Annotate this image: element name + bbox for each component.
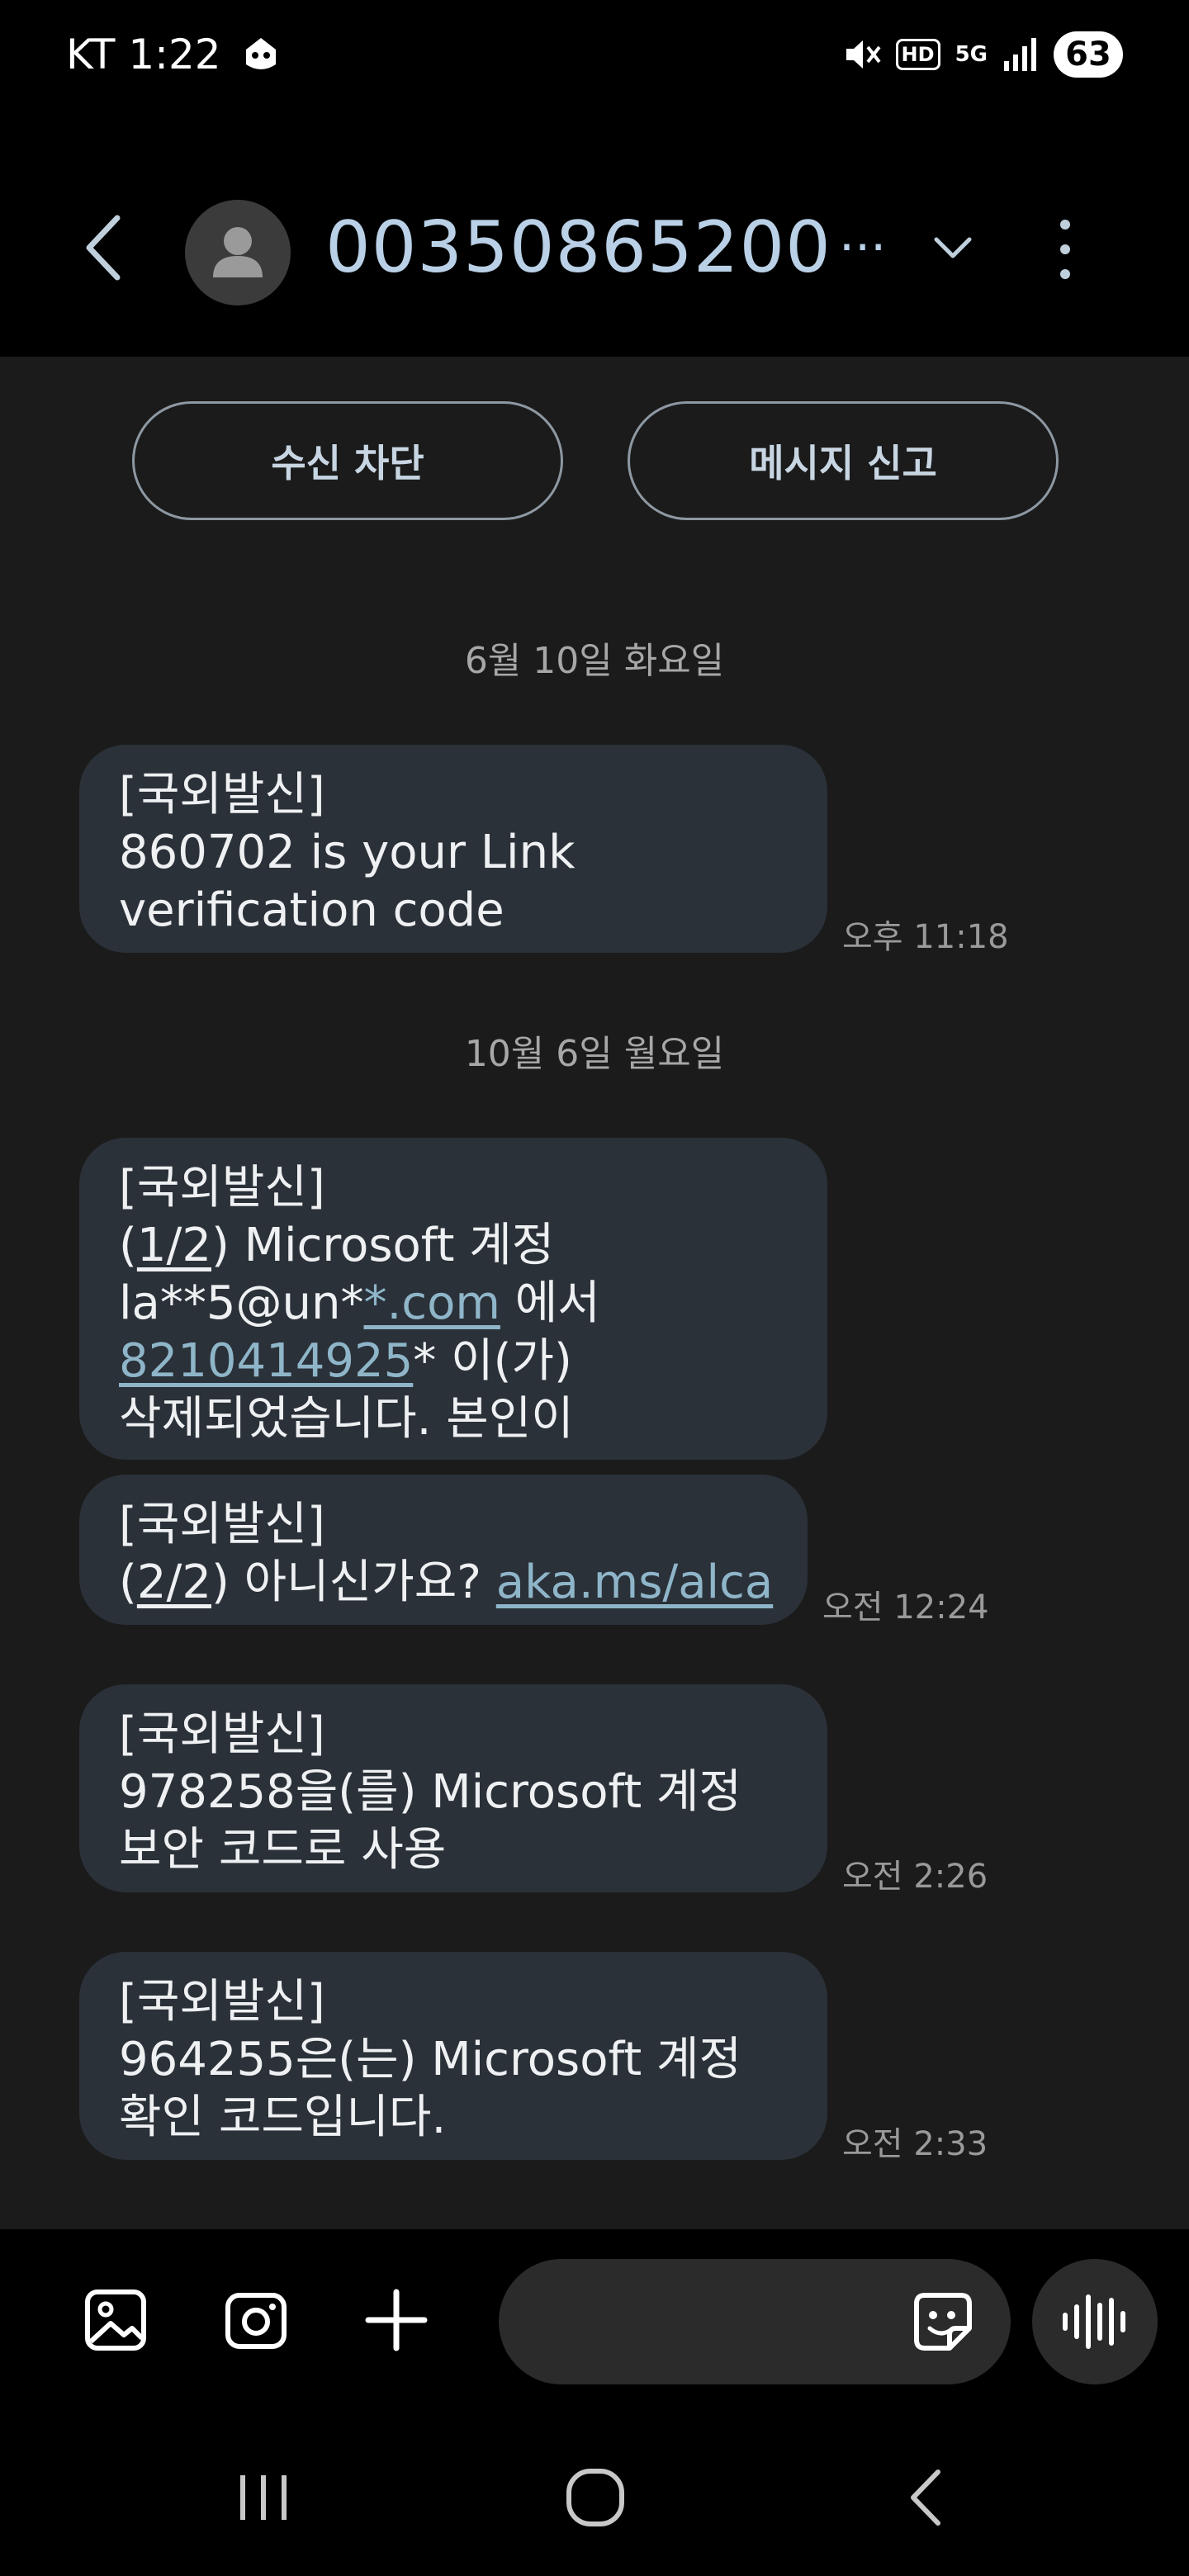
- recents-icon: [240, 2475, 287, 2520]
- signal-icon: [1002, 36, 1039, 73]
- more-vertical-icon: [1060, 220, 1070, 279]
- app-notification-icon: [239, 35, 282, 74]
- message-text: 964255은(는) Microsoft 계정: [119, 2033, 741, 2086]
- voice-wave-icon: [1063, 2294, 1125, 2349]
- message-text: 860702 is your Link: [119, 826, 576, 879]
- more-options-button[interactable]: [1040, 215, 1090, 284]
- title-truncation: ···: [839, 219, 887, 277]
- gallery-button[interactable]: [83, 2287, 157, 2361]
- message-text: verification code: [119, 883, 504, 937]
- back-icon: [911, 2469, 940, 2526]
- message-bubble[interactable]: [국외발신] 964255은(는) Microsoft 계정 확인 코드입니다.: [79, 1952, 827, 2160]
- chevron-down-icon: [934, 237, 972, 258]
- sticker-button[interactable]: [910, 2289, 976, 2355]
- date-separator: 10월 6일 월요일: [464, 1033, 725, 1075]
- message-text: 삭제되었습니다. 본인이: [119, 1392, 574, 1446]
- message-text: 확인 코드입니다.: [119, 2091, 447, 2144]
- message-text: 978258을(를) Microsoft 계정: [119, 1765, 741, 1819]
- message-tag: [국외발신]: [119, 1161, 325, 1215]
- message-bubble[interactable]: [국외발신] (1/2) Microsoft 계정 la**5@un**.com…: [79, 1138, 827, 1460]
- phone-link[interactable]: 8210414925: [119, 1334, 413, 1388]
- battery-indicator: 63: [1054, 31, 1123, 78]
- domain-link[interactable]: *.com: [364, 1276, 500, 1330]
- camera-button[interactable]: [223, 2287, 297, 2361]
- home-button[interactable]: [558, 2460, 632, 2535]
- message-input[interactable]: [499, 2259, 1011, 2384]
- expand-button[interactable]: [928, 223, 978, 272]
- recents-button[interactable]: [226, 2460, 301, 2535]
- home-icon: [566, 2469, 624, 2526]
- message-text: 보안 코드로 사용: [119, 1823, 447, 1877]
- chevron-left-icon: [86, 215, 121, 281]
- conversation-header: 00350865200 ···: [0, 116, 1189, 357]
- carrier-time: KT 1:22: [66, 31, 221, 78]
- message-time: 오후 11:18: [842, 918, 1009, 956]
- part-link[interactable]: 1/2: [137, 1219, 211, 1272]
- url-link[interactable]: aka.ms/alca: [496, 1556, 773, 1609]
- message-time: 오전 12:24: [822, 1589, 989, 1627]
- date-separator: 6월 10일 화요일: [464, 640, 725, 682]
- block-button[interactable]: 수신 차단: [132, 401, 563, 520]
- message-bubble[interactable]: [국외발신] (2/2) 아니신가요? aka.ms/alca: [79, 1475, 808, 1625]
- gallery-icon: [85, 2290, 146, 2351]
- plus-icon: [365, 2289, 428, 2351]
- network-5g-label: 5G: [955, 42, 988, 67]
- mute-icon: [843, 36, 881, 73]
- message-tag: [국외발신]: [119, 1975, 325, 2029]
- message-time: 오전 2:26: [842, 1858, 988, 1896]
- status-bar: KT 1:22 HD 5G 63: [0, 0, 1189, 116]
- camera-icon: [225, 2293, 287, 2349]
- message-time: 오전 2:33: [842, 2125, 988, 2163]
- person-icon: [213, 227, 263, 277]
- contact-title[interactable]: 00350865200: [325, 206, 895, 289]
- system-nav-bar: [0, 2419, 1189, 2576]
- message-tag: [국외발신]: [119, 1707, 325, 1761]
- message-tag: [국외발신]: [119, 1498, 325, 1551]
- back-button[interactable]: [74, 206, 132, 289]
- message-tag: [국외발신]: [119, 768, 325, 822]
- hd-icon: HD: [895, 39, 940, 70]
- add-button[interactable]: [363, 2287, 438, 2361]
- sticker-icon: [914, 2293, 972, 2351]
- message-bubble[interactable]: [국외발신] 860702 is your Link verification …: [79, 745, 827, 953]
- avatar[interactable]: [185, 200, 291, 305]
- system-back-button[interactable]: [890, 2460, 964, 2535]
- report-button[interactable]: 메시지 신고: [628, 401, 1059, 520]
- composer-bar: [0, 2229, 1189, 2419]
- message-bubble[interactable]: [국외발신] 978258을(를) Microsoft 계정 보안 코드로 사용: [79, 1684, 827, 1892]
- voice-record-button[interactable]: [1032, 2259, 1158, 2384]
- part-link[interactable]: 2/2: [137, 1556, 211, 1609]
